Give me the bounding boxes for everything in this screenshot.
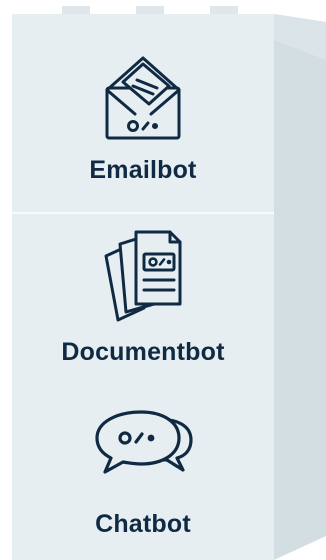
product-tower: Emailbot Documentbot Chatbot <box>0 0 326 560</box>
emailbot-tile[interactable]: Emailbot <box>12 44 274 194</box>
envelope-bot-icon <box>105 56 181 140</box>
emailbot-label: Emailbot <box>89 156 197 184</box>
chatbot-label: Chatbot <box>95 510 191 538</box>
document-stack-bot-icon <box>104 230 182 322</box>
chat-bubbles-bot-icon <box>95 410 193 474</box>
documentbot-tile[interactable]: Documentbot <box>12 222 274 372</box>
section-divider <box>12 212 274 214</box>
documentbot-label: Documentbot <box>61 338 225 366</box>
chatbot-tile[interactable]: Chatbot <box>12 398 274 548</box>
